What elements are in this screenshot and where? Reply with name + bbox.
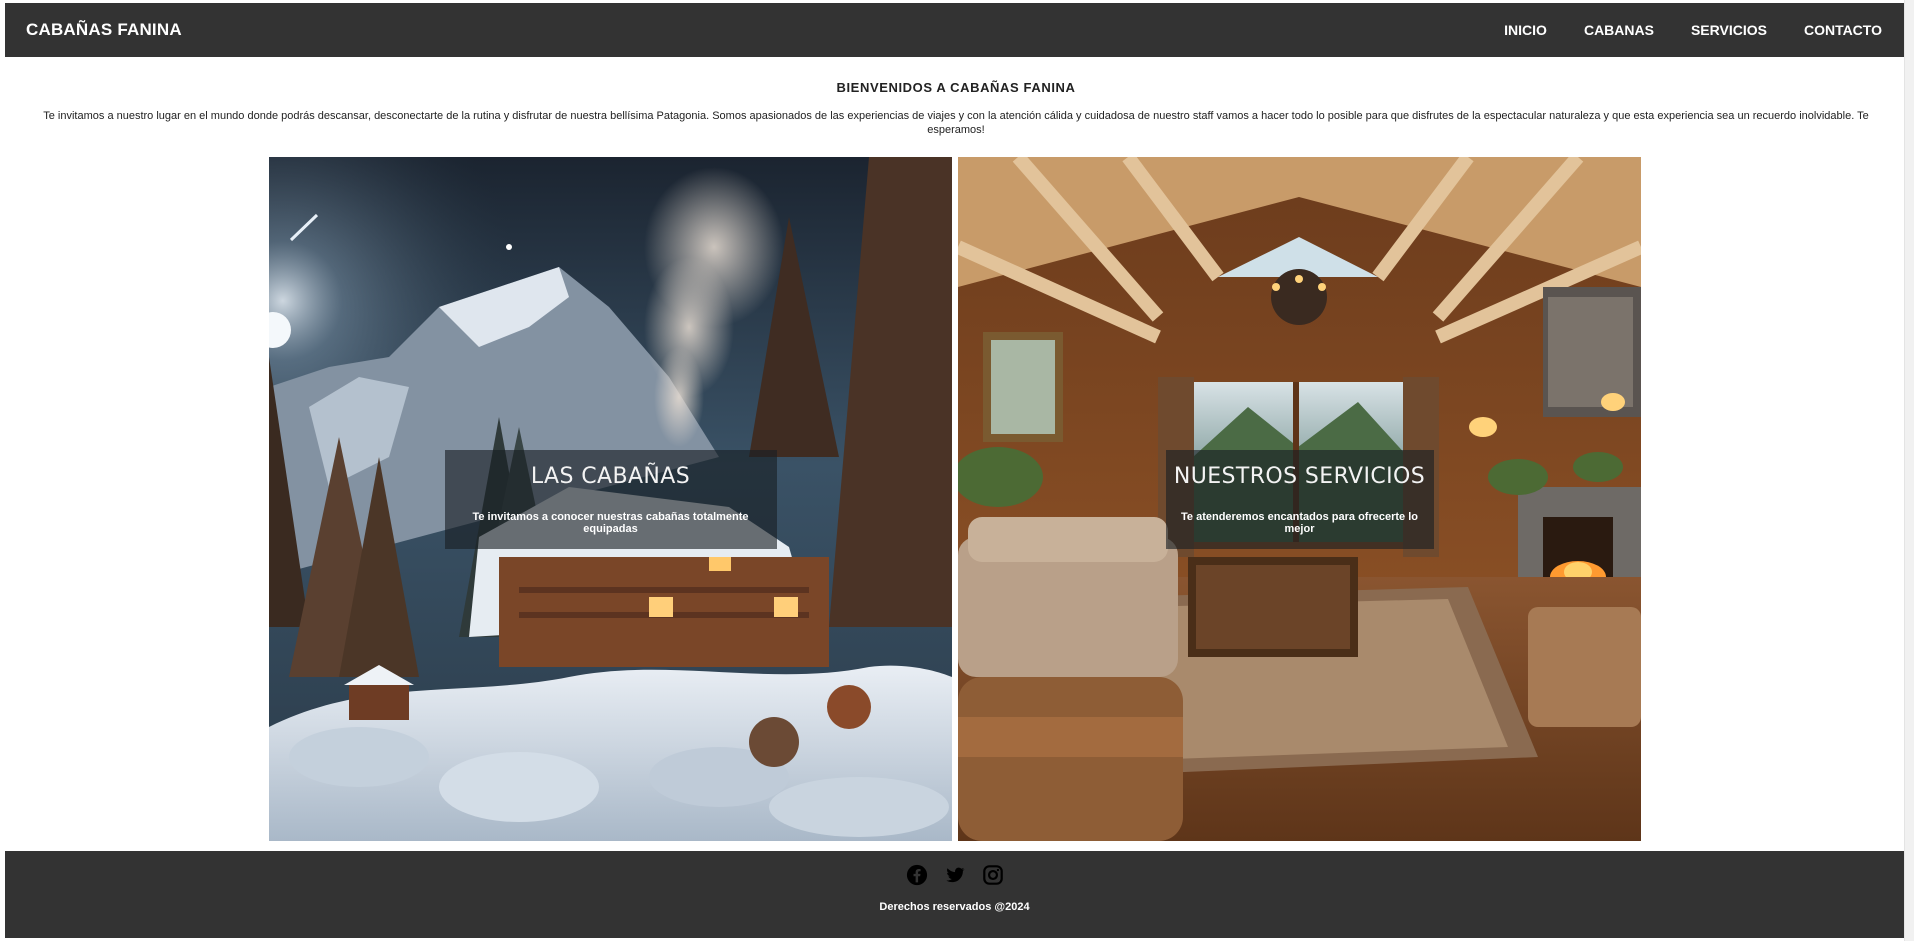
main-nav: INICIO CABANAS SERVICIOS CONTACTO [1467, 22, 1882, 38]
card-cabanas[interactable]: LAS CABAÑAS Te invitamos a conocer nuest… [269, 157, 952, 841]
nav-link-inicio[interactable]: INICIO [1504, 22, 1547, 38]
copyright-text: Derechos reservados @2024 [879, 901, 1030, 913]
nav-link-cabanas[interactable]: CABANAS [1584, 22, 1654, 38]
card-servicios-title: NUESTROS SERVICIOS [1173, 464, 1426, 489]
card-cabanas-overlay: LAS CABAÑAS Te invitamos a conocer nuest… [444, 450, 777, 549]
card-servicios[interactable]: NUESTROS SERVICIOS Te atenderemos encant… [958, 157, 1641, 841]
twitter-icon[interactable] [944, 864, 966, 886]
facebook-icon[interactable] [906, 864, 928, 886]
navbar: CABAÑAS FANINA INICIO CABANAS SERVICIOS … [5, 3, 1904, 57]
welcome-text: Te invitamos a nuestro lugar en el mundo… [43, 110, 1869, 136]
card-servicios-subtitle: Te atenderemos encantados para ofrecerte… [1181, 511, 1418, 535]
card-servicios-overlay: NUESTROS SERVICIOS Te atenderemos encant… [1165, 450, 1434, 549]
card-cabanas-title: LAS CABAÑAS [530, 464, 691, 489]
welcome-section: BIENVENIDOS A CABAÑAS FANINA Te invitamo… [18, 80, 1894, 137]
brand-logo[interactable]: CABAÑAS FANINA [26, 20, 182, 40]
footer: Derechos reservados @2024 [5, 851, 1904, 938]
instagram-icon[interactable] [982, 864, 1004, 886]
welcome-title: BIENVENIDOS A CABAÑAS FANINA [836, 80, 1076, 95]
feature-cards: LAS CABAÑAS Te invitamos a conocer nuest… [269, 157, 1641, 841]
nav-link-servicios[interactable]: SERVICIOS [1691, 22, 1767, 38]
social-links [5, 864, 1904, 886]
nav-link-contacto[interactable]: CONTACTO [1804, 22, 1882, 38]
card-cabanas-subtitle: Te invitamos a conocer nuestras cabañas … [472, 511, 749, 535]
page-scrollbar[interactable] [1904, 0, 1914, 941]
